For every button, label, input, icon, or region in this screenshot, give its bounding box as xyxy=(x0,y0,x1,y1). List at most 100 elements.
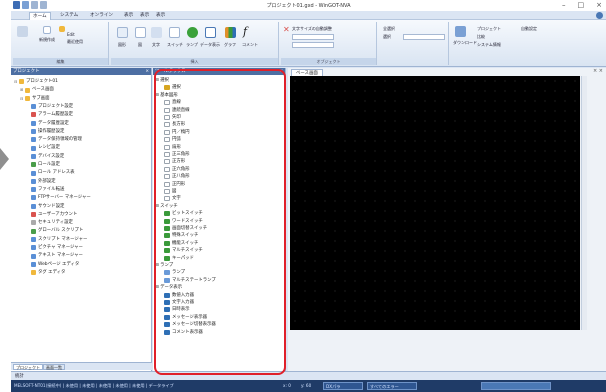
expand-toggle-icon[interactable]: ⊟ xyxy=(20,95,24,103)
tree-item-label: ピクチャ マネージャー xyxy=(38,245,83,250)
select-label[interactable]: 選択 xyxy=(383,34,391,40)
ribbon-group-insert-name: 挿入 xyxy=(111,58,278,65)
switch-icon[interactable] xyxy=(169,27,180,38)
status-left: 統計 xyxy=(15,374,24,379)
tree-item-icon xyxy=(19,79,24,85)
tree-item[interactable]: レシピ設定 xyxy=(26,144,60,152)
function-icon[interactable]: f xyxy=(243,25,255,38)
close-icon[interactable]: × xyxy=(145,68,149,75)
tree-item-icon xyxy=(31,112,36,118)
tree-item[interactable]: セキュリティ設定 xyxy=(26,219,73,227)
tab-system[interactable]: システム xyxy=(57,12,81,20)
download-icon[interactable] xyxy=(455,26,466,37)
tree-item[interactable]: アラーム履歴設定 xyxy=(26,111,73,119)
tree-item-label: レシピ設定 xyxy=(38,145,60,151)
data-display-label[interactable]: データ表示 xyxy=(200,42,220,48)
folder-icon[interactable] xyxy=(59,26,65,32)
minimize-button[interactable]: – xyxy=(562,1,566,9)
tree-item[interactable]: FTPサーバー マネージャー xyxy=(26,194,91,202)
maximize-button[interactable]: □ xyxy=(578,1,585,9)
picture-icon[interactable] xyxy=(135,27,146,38)
property-combo-2[interactable] xyxy=(292,42,334,48)
tab-view[interactable]: 表示 xyxy=(121,12,136,20)
tree-item[interactable]: データ履歴設定 xyxy=(26,120,69,128)
ribbon-tabs: ホーム システム オンライン 表示 表示 表示 xyxy=(11,11,606,20)
vertical-scrollbar[interactable] xyxy=(581,76,587,330)
tree-item[interactable]: ロール設定 xyxy=(26,161,60,169)
ribbon-group-object-name: オブジェクト xyxy=(281,58,376,65)
tab-screen-list[interactable]: 画面一覧 xyxy=(43,364,65,370)
comment-label[interactable]: コメント xyxy=(242,42,258,48)
graph-icon[interactable] xyxy=(225,27,236,38)
tree-item[interactable]: タグ エディタ xyxy=(26,269,65,277)
delete-icon[interactable]: ✕ xyxy=(283,26,290,34)
select-all-label[interactable]: 全選択 xyxy=(383,26,395,32)
tree-item[interactable]: テキスト マネージャー xyxy=(26,252,83,260)
shape-label[interactable]: 図形 xyxy=(118,42,126,48)
compare-label[interactable]: 比較 xyxy=(477,34,485,40)
text-icon[interactable] xyxy=(151,27,162,38)
data-display-icon[interactable] xyxy=(205,27,216,38)
tab-project[interactable]: プロジェクト xyxy=(13,364,43,370)
edit-label[interactable]: Edit xyxy=(67,32,75,37)
tab-base-screen[interactable]: ベース画面 xyxy=(291,69,323,76)
tree-item[interactable]: グローバル スクリプト xyxy=(26,227,83,235)
tab-view-3[interactable]: 表示 xyxy=(153,12,168,20)
tree-item-icon xyxy=(31,270,36,276)
text-size-label[interactable]: 文字サイズの自動調整 xyxy=(292,26,332,32)
tree-item[interactable]: データ保持領域の管理 xyxy=(26,136,82,144)
tree-item-icon xyxy=(31,153,36,159)
tab-view-2[interactable]: 表示 xyxy=(137,12,152,20)
graph-label[interactable]: グラフ xyxy=(224,42,236,48)
new-file-label[interactable]: 新規作成 xyxy=(39,37,55,43)
tree-item[interactable]: プロジェクト設定 xyxy=(26,103,73,111)
new-page-icon[interactable] xyxy=(43,26,51,34)
tab-home[interactable]: ホーム xyxy=(29,12,51,20)
tree-item-label: データ履歴設定 xyxy=(38,120,69,126)
tab-online[interactable]: オンライン xyxy=(87,12,116,20)
system-info-label[interactable]: システム情報 xyxy=(477,42,501,48)
picture-label[interactable]: 図 xyxy=(138,42,142,48)
tree-item-icon xyxy=(31,104,36,110)
paste-icon[interactable] xyxy=(17,26,28,37)
tree-item[interactable]: デバイス設定 xyxy=(26,153,64,161)
tree-item[interactable]: 外部設定 xyxy=(26,178,56,186)
download-label[interactable]: ダウンロード xyxy=(453,40,477,46)
tree-item[interactable]: ⊟ プロジェクト01 xyxy=(14,78,58,86)
tree-item-label: FTPサーバー マネージャー xyxy=(38,195,91,201)
expand-toggle-icon[interactable]: ⊟ xyxy=(14,78,18,86)
tree-item[interactable]: ピクチャ マネージャー xyxy=(26,244,83,252)
project-label[interactable]: プロジェクト xyxy=(477,26,501,32)
status-bar: 統計 xyxy=(11,371,606,380)
tree-item[interactable]: ファイル転送 xyxy=(26,186,64,194)
status-field-1: DXパラ xyxy=(323,382,363,390)
tree-item[interactable]: ユーザーアカウント xyxy=(26,211,77,219)
expand-toggle-icon[interactable]: ⊞ xyxy=(20,86,24,94)
select-combo[interactable] xyxy=(403,34,445,40)
tree-item[interactable]: サウンド設定 xyxy=(26,203,64,211)
tree-item-label: セキュリティ設定 xyxy=(38,220,73,226)
tree-item[interactable]: Webページ エディタ xyxy=(26,261,79,269)
lamp-label[interactable]: ランプ xyxy=(186,42,198,48)
recent-label[interactable]: 最近使用 xyxy=(67,39,83,45)
tree-item[interactable]: スクリプト マネージャー xyxy=(26,236,87,244)
shape-icon[interactable] xyxy=(117,27,128,38)
tree-item[interactable]: ロール アドレス表 xyxy=(26,169,75,177)
property-combo-1[interactable] xyxy=(292,34,334,40)
tree-item[interactable]: ⊟ サブ画面 xyxy=(20,95,50,103)
screen-canvas[interactable] xyxy=(290,76,580,330)
window-controls: – □ × xyxy=(562,1,602,9)
switch-label[interactable]: スイッチ xyxy=(167,42,183,48)
tree-item-icon xyxy=(31,120,36,126)
tree-item-label: ロール アドレス表 xyxy=(38,170,75,176)
help-icon[interactable] xyxy=(596,12,603,19)
tree-item-icon xyxy=(31,162,36,168)
tree-item[interactable]: ⊞ ベース画面 xyxy=(20,86,54,94)
text-label[interactable]: 文字 xyxy=(152,42,160,48)
close-button[interactable]: × xyxy=(596,1,602,9)
close-all-icon[interactable]: × × xyxy=(593,68,603,74)
tree-item[interactable]: 操作履歴設定 xyxy=(26,128,64,136)
lamp-icon[interactable] xyxy=(187,27,198,38)
tree-item-label: サブ画面 xyxy=(32,95,50,101)
auto-setting-label[interactable]: 自動設定 xyxy=(521,26,537,32)
